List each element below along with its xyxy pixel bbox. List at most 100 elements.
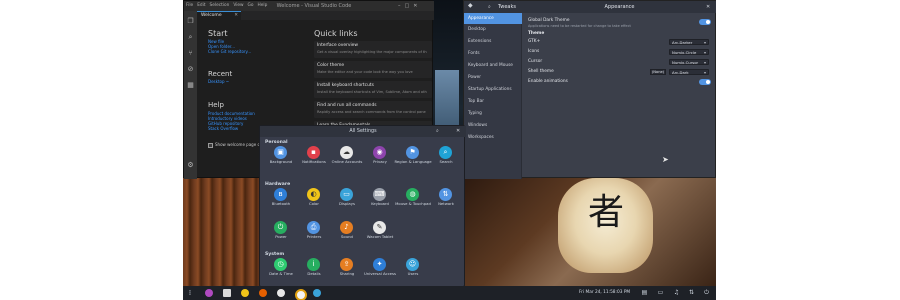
- sidebar-item-topbar[interactable]: Top Bar: [464, 96, 522, 107]
- settings-item-users[interactable]: ☺ Users: [397, 258, 429, 282]
- settings-item-mouse-touchpad[interactable]: ◍ Mouse & Touchpad: [395, 188, 431, 212]
- shell-theme-none-button[interactable]: (None): [650, 69, 666, 75]
- sidebar-item-appearance[interactable]: Appearance: [464, 13, 522, 24]
- recent-item[interactable]: Desktop ~: [208, 79, 229, 84]
- source-control-icon[interactable]: ⑂: [186, 49, 195, 58]
- settings-app-icon[interactable]: [295, 289, 307, 300]
- quicklink-card[interactable]: Find and run all commands Rapidly access…: [314, 101, 432, 118]
- network-icon[interactable]: ⇅: [688, 289, 695, 297]
- sidebar-item-windows[interactable]: Windows: [464, 120, 522, 131]
- settings-item-icon: ⇅: [439, 188, 452, 201]
- menu-view[interactable]: View: [233, 1, 243, 11]
- cursor-theme-select[interactable]: Numix-Cursor: [669, 59, 709, 65]
- settings-item-region-language[interactable]: ⚑ Region & Language: [394, 146, 432, 170]
- tweaks-sidebar: Appearance Desktop Extensions Fonts Keyb…: [464, 13, 522, 179]
- vscode-app-icon[interactable]: [313, 289, 321, 297]
- show-welcome-checkbox[interactable]: [208, 143, 213, 148]
- settings-item-color[interactable]: ◐ Color: [298, 188, 330, 212]
- settings-item-icon: ◐: [307, 188, 320, 201]
- sidebar-item-typing[interactable]: Typing: [464, 108, 522, 119]
- sidebar-item-startup[interactable]: Startup Applications: [464, 84, 522, 95]
- sidebar-item-workspaces[interactable]: Workspaces: [464, 132, 522, 143]
- quicklink-card[interactable]: Interface overview Get a visual overlay …: [314, 41, 432, 58]
- sidebar-item-keyboard-mouse[interactable]: Keyboard and Mouse: [464, 60, 522, 71]
- sidebar-item-desktop[interactable]: Desktop: [464, 24, 522, 35]
- app-icon-purple[interactable]: [205, 289, 213, 297]
- settings-item-search[interactable]: ⌕ Search: [430, 146, 462, 170]
- settings-item-icon: ◍: [406, 188, 419, 201]
- settings-item-background[interactable]: ▣ Background: [265, 146, 297, 170]
- extensions-icon[interactable]: ▦: [186, 81, 195, 90]
- settings-item-online-accounts[interactable]: ☁ Online Accounts: [331, 146, 363, 170]
- menu-edit[interactable]: Edit: [197, 1, 205, 11]
- chrome-icon[interactable]: [241, 289, 249, 297]
- clock[interactable]: Fri Mar 24, 11:58:03 PM: [579, 286, 630, 300]
- quicklink-card[interactable]: Color theme Make the editor and your cod…: [314, 61, 432, 78]
- settings-item-privacy[interactable]: ◉ Privacy: [364, 146, 396, 170]
- explorer-icon[interactable]: ❐: [186, 17, 195, 26]
- menu-file[interactable]: File: [186, 1, 193, 11]
- quicklink-card[interactable]: Install keyboard shortcuts Install the k…: [314, 81, 432, 98]
- headphones-icon[interactable]: ♫: [673, 289, 680, 297]
- global-dark-toggle[interactable]: [699, 19, 711, 25]
- display-icon[interactable]: ▭: [657, 289, 664, 297]
- icons-theme-select[interactable]: Numix-Circle: [669, 49, 709, 55]
- tweaks-close-icon[interactable]: ✕: [706, 1, 710, 13]
- settings-item-notifications[interactable]: ▪ Notifications: [298, 146, 330, 170]
- settings-item-icon: ʙ: [274, 188, 287, 201]
- shell-theme-select[interactable]: Arc-Dark: [669, 69, 709, 75]
- all-settings-window: All Settings ⌕ ✕ Personal Hardware Syste…: [259, 125, 466, 287]
- lantern-glyph: 者: [587, 192, 624, 233]
- apps-grid-icon[interactable]: ⁞: [186, 289, 194, 297]
- settings-item-power[interactable]: ⏻ Power: [265, 221, 297, 245]
- settings-item-icon: ⌨: [373, 188, 386, 201]
- quicklink-title: Interface overview: [317, 43, 358, 48]
- settings-item-label: Wacom Tablet: [366, 234, 394, 239]
- files-icon[interactable]: [223, 289, 231, 297]
- settings-item-universal-access[interactable]: ✦ Universal Access: [364, 258, 396, 282]
- minimize-icon[interactable]: –: [398, 3, 401, 9]
- settings-item-date-time[interactable]: ◷ Date & Time: [265, 258, 297, 282]
- settings-item-wacom-tablet[interactable]: ✎ Wacom Tablet: [364, 221, 396, 245]
- tweaks-app-icon: ◆: [468, 2, 473, 9]
- cursor-label: Cursor: [528, 59, 543, 64]
- sidebar-item-power[interactable]: Power: [464, 72, 522, 83]
- quicklink-desc: Make the editor and your code look the w…: [317, 70, 413, 74]
- close-icon[interactable]: ✕: [413, 3, 417, 9]
- quick-links-heading: Quick links: [314, 29, 358, 38]
- settings-item-bluetooth[interactable]: ʙ Bluetooth: [265, 188, 297, 212]
- notifications-icon[interactable]: ▤: [641, 289, 648, 297]
- settings-item-icon: ◷: [274, 258, 287, 271]
- sidebar-item-fonts[interactable]: Fonts: [464, 48, 522, 59]
- gtk-theme-select[interactable]: Arc-Darker: [669, 39, 709, 45]
- menu-selection[interactable]: Selection: [210, 1, 230, 11]
- clone-repo-link[interactable]: Clone Git repository...: [208, 49, 251, 54]
- settings-item-printers[interactable]: ⎙ Printers: [298, 221, 330, 245]
- search-icon[interactable]: ⌕: [186, 33, 195, 42]
- settings-item-network[interactable]: ⇅ Network: [430, 188, 462, 212]
- help-heading: Help: [208, 101, 224, 109]
- settings-item-displays[interactable]: ▭ Displays: [331, 188, 363, 212]
- quicklink-desc: Install the keyboard shortcuts of Vim, S…: [317, 90, 427, 94]
- tab-close-icon[interactable]: ✕: [234, 12, 238, 20]
- quicklink-title: Color theme: [317, 63, 345, 68]
- settings-item-sharing[interactable]: ⇪ Sharing: [331, 258, 363, 282]
- firefox-icon[interactable]: [259, 289, 267, 297]
- settings-gear-icon[interactable]: ⚙: [186, 161, 195, 170]
- settings-item-details[interactable]: i Details: [298, 258, 330, 282]
- chromium-icon[interactable]: [277, 289, 285, 297]
- settings-item-sound[interactable]: ♪ Sound: [331, 221, 363, 245]
- tab-welcome[interactable]: Welcome ✕: [197, 11, 241, 20]
- settings-item-icon: i: [307, 258, 320, 271]
- sidebar-item-extensions[interactable]: Extensions: [464, 36, 522, 47]
- quicklink-desc: Get a visual overlay highlighting the ma…: [317, 50, 427, 54]
- settings-item-icon: ▪: [307, 146, 320, 159]
- shell-theme-label: Shell theme: [528, 69, 554, 74]
- settings-item-icon: ⇪: [340, 258, 353, 271]
- settings-item-keyboard[interactable]: ⌨ Keyboard: [364, 188, 396, 212]
- debug-icon[interactable]: ⊘: [186, 65, 195, 74]
- help-link-stackoverflow[interactable]: Stack Overflow: [208, 126, 238, 131]
- power-icon[interactable]: ⏻: [703, 289, 710, 297]
- animations-toggle[interactable]: [699, 79, 711, 85]
- maximize-icon[interactable]: □: [405, 3, 410, 9]
